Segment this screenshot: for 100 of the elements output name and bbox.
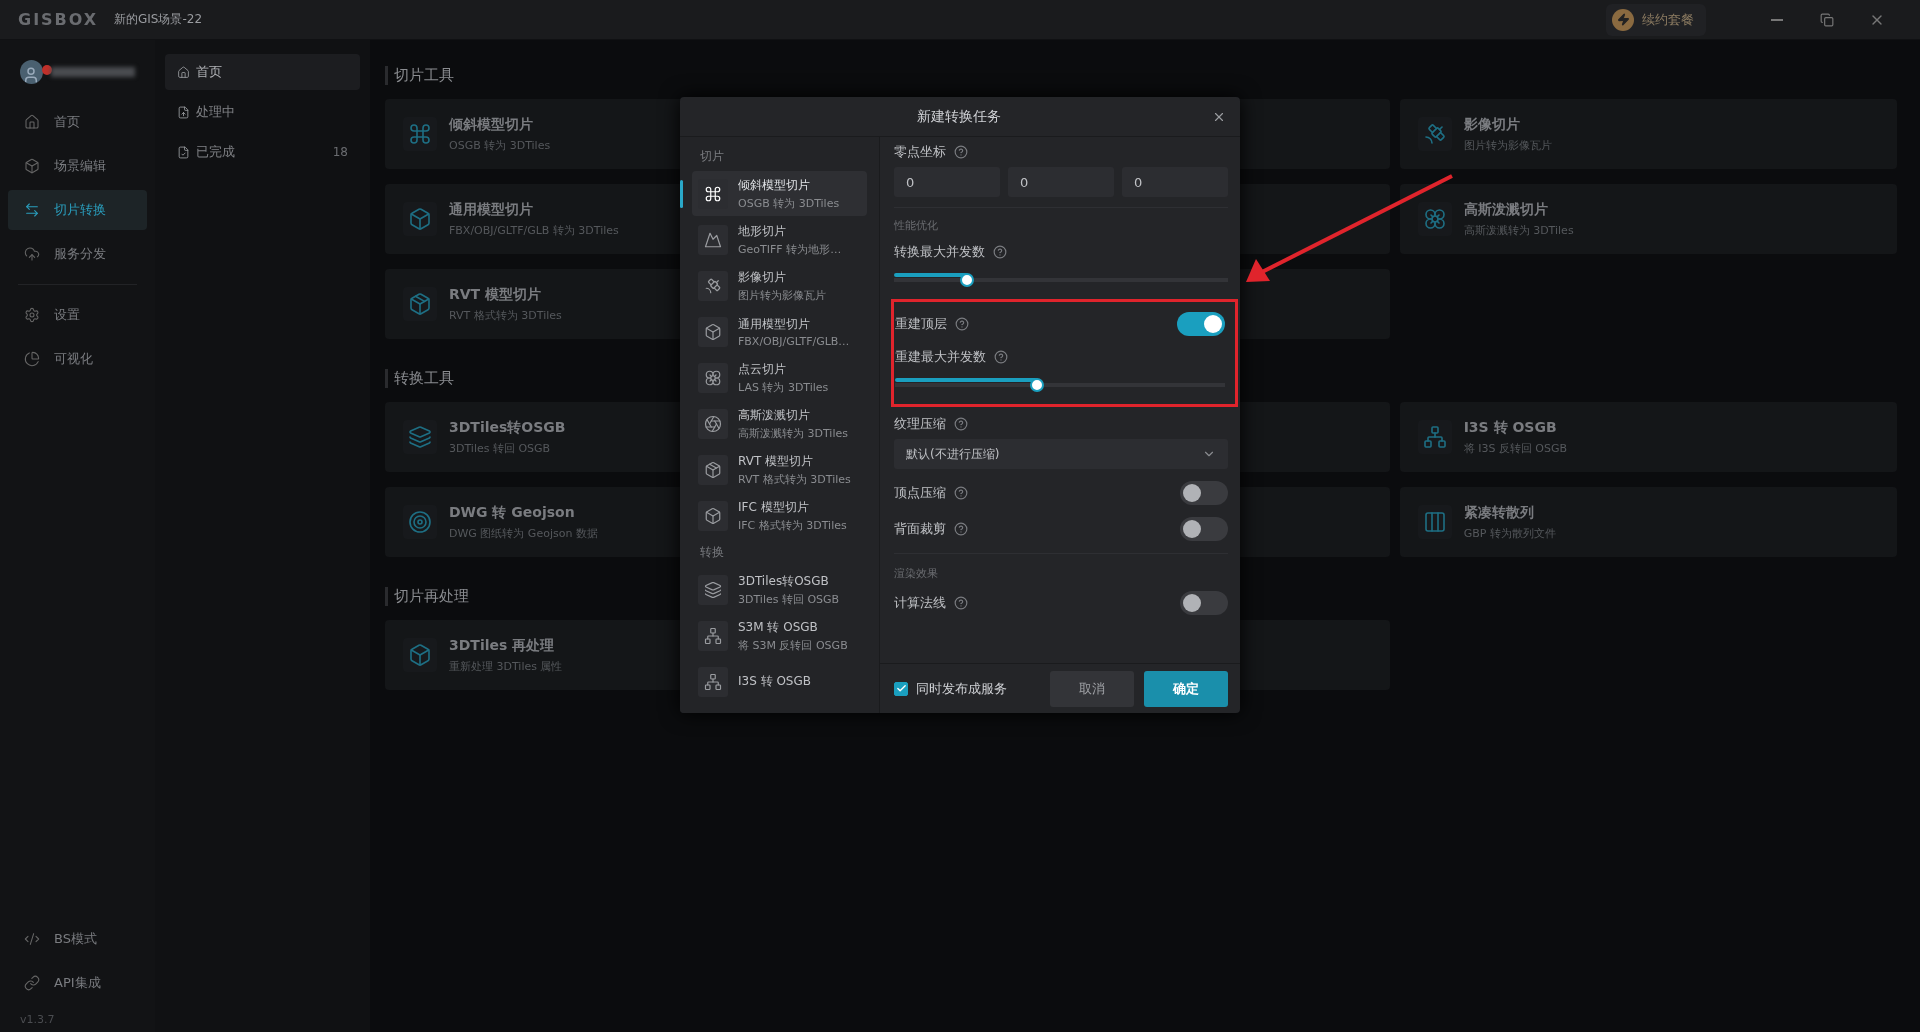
target-icon bbox=[408, 510, 432, 534]
pie-chart-icon bbox=[24, 351, 40, 367]
checkbox-label: 同时发布成服务 bbox=[916, 679, 1007, 698]
package-icon bbox=[704, 460, 722, 479]
help-icon[interactable] bbox=[955, 317, 969, 331]
help-icon[interactable] bbox=[994, 350, 1008, 364]
coordinate-input[interactable]: 0 bbox=[1008, 167, 1114, 197]
group-label: 切片 bbox=[699, 148, 725, 165]
cube-icon bbox=[408, 643, 432, 667]
section-label: 性能优化 bbox=[894, 218, 939, 233]
flower-icon bbox=[704, 368, 722, 387]
toggle-switch[interactable] bbox=[1180, 517, 1228, 541]
network-icon bbox=[704, 626, 722, 645]
section-label: 渲染效果 bbox=[894, 566, 939, 581]
nav-item[interactable]: BS模式 bbox=[8, 919, 147, 959]
field-label: 零点坐标 bbox=[894, 143, 946, 161]
task-type-item[interactable]: 高斯泼溅切片 高斯泼溅转为 3DTiles bbox=[692, 401, 867, 446]
checkbox[interactable] bbox=[894, 681, 908, 696]
package-icon bbox=[408, 292, 432, 316]
card-subtitle: 高斯泼溅转为 3DTiles bbox=[1463, 222, 1574, 238]
file-check-icon bbox=[177, 145, 190, 159]
network-icon bbox=[704, 672, 722, 691]
card-subtitle: 3DTiles 转回 OSGB bbox=[449, 440, 552, 456]
help-icon[interactable] bbox=[954, 486, 968, 500]
cube-icon bbox=[24, 158, 40, 174]
slider-thumb[interactable] bbox=[1029, 378, 1044, 392]
nav-item[interactable]: 切片转换 bbox=[8, 190, 147, 230]
mountain-icon bbox=[704, 230, 722, 249]
section-title: 切片工具 bbox=[385, 66, 1897, 85]
file-upload-icon bbox=[177, 105, 190, 119]
swap-icon bbox=[24, 202, 40, 218]
cube-icon bbox=[704, 322, 722, 341]
cancel-button[interactable]: 取消 bbox=[1050, 670, 1134, 707]
help-icon[interactable] bbox=[954, 417, 968, 431]
tool-card[interactable]: 影像切片 图片转为影像瓦片 bbox=[1399, 99, 1897, 169]
link-icon bbox=[24, 975, 40, 991]
card-title: DWG 转 Geojson bbox=[449, 503, 576, 522]
field-label: 纹理压缩 bbox=[894, 415, 946, 433]
command-icon bbox=[704, 184, 722, 203]
field-label: 重建顶层 bbox=[895, 315, 947, 333]
nav-item[interactable]: 设置 bbox=[8, 295, 147, 335]
satellite-icon bbox=[1422, 122, 1447, 146]
window-title: 新的GIS场景-22 bbox=[114, 11, 204, 28]
task-type-item[interactable]: IFC 模型切片 IFC 格式转为 3DTiles bbox=[692, 493, 867, 538]
toggle-switch[interactable] bbox=[1177, 312, 1225, 336]
field-label: 背面裁剪 bbox=[894, 520, 946, 538]
card-subtitle: 将 I3S 反转回 OSGB bbox=[1463, 440, 1568, 456]
card-title: 倾斜模型切片 bbox=[449, 115, 534, 134]
restore-icon bbox=[1820, 12, 1834, 27]
slider-thumb[interactable] bbox=[960, 273, 975, 287]
toggle-switch[interactable] bbox=[1180, 481, 1228, 505]
avatar[interactable] bbox=[20, 60, 43, 84]
tool-card[interactable]: 紧凑转散列 GBP 转为散列文件 bbox=[1399, 487, 1897, 557]
card-subtitle: RVT 格式转为 3DTiles bbox=[449, 307, 562, 323]
nav-item[interactable]: 首页 bbox=[8, 102, 147, 142]
satellite-icon bbox=[704, 276, 722, 295]
toggle-switch[interactable] bbox=[1180, 591, 1228, 615]
card-title: 通用模型切片 bbox=[449, 200, 534, 219]
card-subtitle: OSGB 转为 3DTiles bbox=[449, 137, 551, 153]
coordinate-input[interactable]: 0 bbox=[894, 167, 1000, 197]
subnav-item[interactable]: 处理中 bbox=[165, 94, 360, 130]
command-icon bbox=[408, 122, 432, 146]
count-label: 18 bbox=[332, 145, 348, 159]
card-subtitle: DWG 图纸转为 Geojson 数据 bbox=[449, 525, 598, 541]
select-field[interactable]: 默认(不进行压缩) bbox=[894, 439, 1228, 469]
flower-icon bbox=[1422, 207, 1447, 231]
dialog-title: 新建转换任务 bbox=[917, 107, 1001, 126]
columns-icon bbox=[1422, 510, 1447, 534]
network-icon bbox=[1422, 425, 1447, 449]
help-icon[interactable] bbox=[993, 245, 1007, 259]
subnav-item[interactable]: 首页 bbox=[165, 54, 360, 90]
renew-button[interactable]: 续约套餐 bbox=[1606, 3, 1706, 36]
version-label: v1.3.7 bbox=[19, 1012, 56, 1026]
help-icon[interactable] bbox=[954, 145, 968, 159]
card-title: 影像切片 bbox=[1463, 115, 1521, 134]
settings-icon bbox=[24, 307, 40, 323]
home-icon bbox=[24, 114, 40, 130]
nav-item[interactable]: 可视化 bbox=[8, 339, 147, 379]
subnav-item[interactable]: 已完成 18 bbox=[165, 134, 360, 170]
aperture-icon bbox=[704, 414, 722, 433]
cube-icon bbox=[408, 207, 432, 231]
nav-item[interactable]: API集成 bbox=[8, 963, 147, 1003]
tool-card[interactable]: I3S 转 OSGB 将 I3S 反转回 OSGB bbox=[1399, 402, 1897, 472]
app-logo: GISBOX bbox=[18, 10, 100, 29]
card-title: 3DTiles 再处理 bbox=[449, 636, 556, 655]
nav-item[interactable]: 服务分发 bbox=[8, 234, 147, 274]
field-label: 重建最大并发数 bbox=[895, 348, 986, 366]
confirm-button[interactable]: 确定 bbox=[1144, 670, 1228, 707]
checkmark-icon bbox=[895, 683, 907, 694]
help-icon[interactable] bbox=[954, 522, 968, 536]
notification-badge bbox=[42, 65, 52, 75]
coordinate-input[interactable]: 0 bbox=[1122, 167, 1228, 197]
nav-item[interactable]: 场景编辑 bbox=[8, 146, 147, 186]
tool-card[interactable]: 高斯泼溅切片 高斯泼溅转为 3DTiles bbox=[1399, 184, 1897, 254]
minimize-icon bbox=[1771, 18, 1783, 21]
field-label: 顶点压缩 bbox=[894, 484, 946, 502]
card-title: 紧凑转散列 bbox=[1463, 503, 1535, 522]
field-label: 转换最大并发数 bbox=[894, 243, 985, 261]
help-icon[interactable] bbox=[954, 596, 968, 610]
cube-icon bbox=[704, 506, 722, 525]
